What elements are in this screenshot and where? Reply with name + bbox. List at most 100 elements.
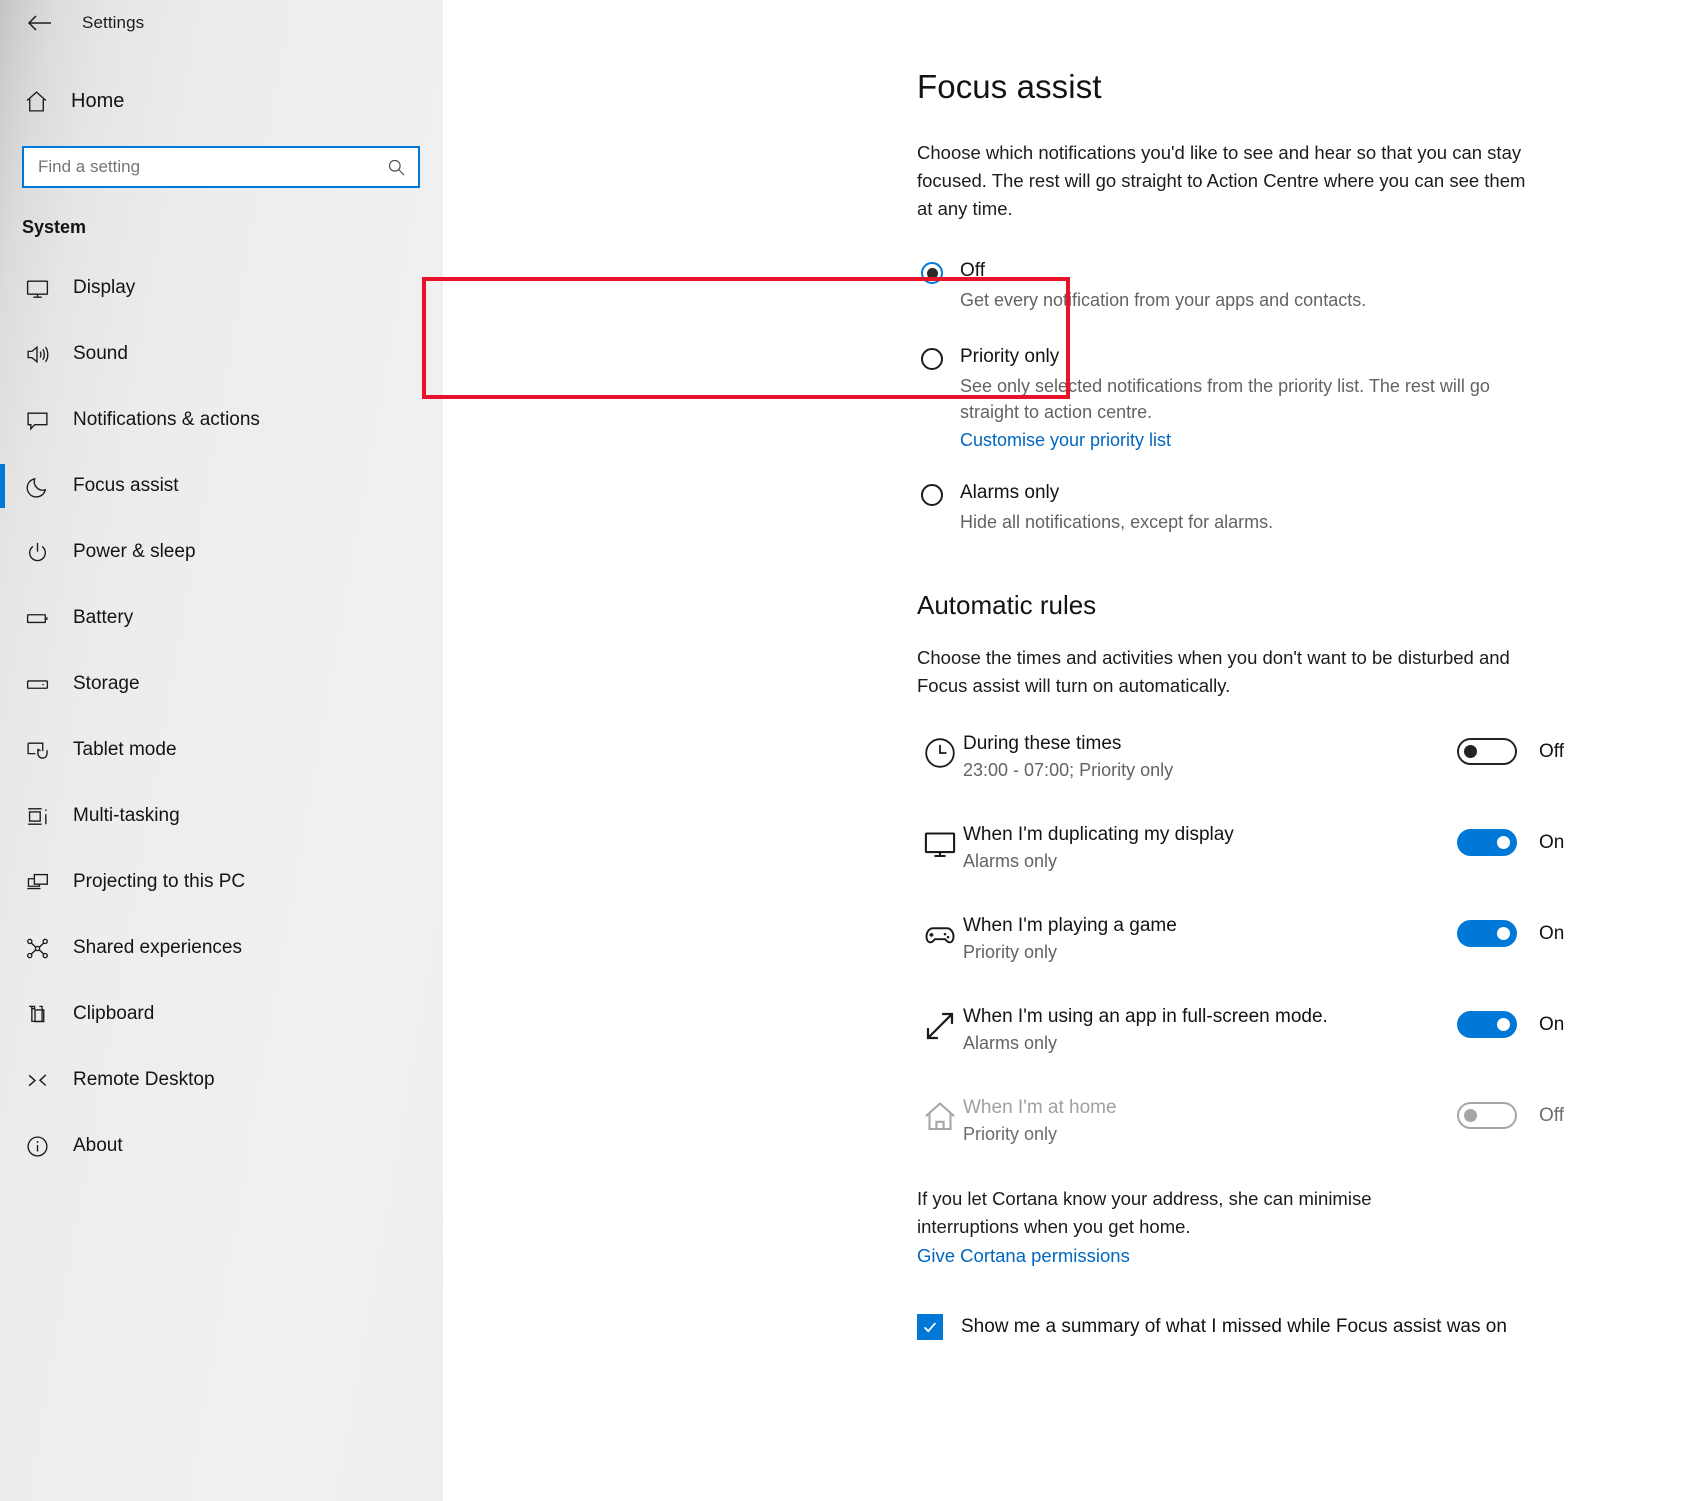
sidebar-item-about[interactable]: About (0, 1113, 443, 1179)
rule-title: When I'm using an app in full-screen mod… (963, 1006, 1328, 1027)
sidebar-item-power-sleep[interactable]: Power & sleep (0, 519, 443, 585)
sidebar-item-shared-experiences-label: Shared experiences (73, 937, 242, 958)
back-arrow-icon (27, 13, 53, 33)
rule-title: When I'm duplicating my display (963, 824, 1234, 845)
toggle-state-label: Off (1539, 1105, 1564, 1126)
toggle-full-screen-mode[interactable] (1457, 1011, 1517, 1038)
project-icon (22, 867, 52, 897)
rule-toggle-wrap: On (1457, 1002, 1657, 1038)
sidebar-item-multi-tasking[interactable]: Multi-tasking (0, 783, 443, 849)
search-icon[interactable] (387, 158, 406, 177)
sidebar-item-notifications-actions[interactable]: Notifications & actions (0, 387, 443, 453)
radio-indicator-priority-only[interactable] (921, 348, 943, 370)
sidebar-group-title: System (22, 217, 87, 237)
sidebar-item-clipboard-label: Clipboard (73, 1003, 155, 1024)
toggle-duplicating-display[interactable] (1457, 829, 1517, 856)
home-icon (22, 87, 50, 115)
rule-texts: When I'm at home Priority only (963, 1093, 1457, 1148)
sidebar-item-remote-desktop-label: Remote Desktop (73, 1069, 215, 1090)
page-intro-text: Choose which notifications you'd like to… (917, 142, 1526, 219)
radio-option-alarms-only[interactable]: Alarms only Hide all notifications, exce… (917, 471, 1657, 543)
automatic-rules-description: Choose the times and activities when you… (917, 647, 1510, 696)
rule-title: When I'm at home (963, 1097, 1117, 1118)
title-bar: Settings (0, 0, 443, 46)
sidebar-item-display[interactable]: Display (0, 255, 443, 321)
search-box[interactable] (22, 146, 420, 188)
rule-texts: During these times 23:00 - 07:00; Priori… (963, 729, 1457, 784)
rule-texts: When I'm playing a game Priority only (963, 911, 1457, 966)
customise-priority-list-link[interactable]: Customise your priority list (960, 427, 1171, 453)
toggle-during-these-times[interactable] (1457, 738, 1517, 765)
radio-option-off[interactable]: Off Get every notification from your app… (917, 256, 1657, 321)
radio-option-priority-only[interactable]: Priority only See only selected notifica… (917, 333, 1657, 471)
rule-toggle-wrap: Off (1457, 1093, 1657, 1129)
info-icon (22, 1131, 52, 1161)
sidebar: Settings Home System (0, 0, 443, 1501)
rule-texts: When I'm using an app in full-screen mod… (963, 1002, 1457, 1057)
sidebar-item-shared-experiences[interactable]: Shared experiences (0, 915, 443, 981)
summary-checkbox-label: Show me a summary of what I missed while… (961, 1316, 1507, 1337)
toggle-state-label: Off (1539, 741, 1564, 762)
speaker-icon (22, 339, 52, 369)
rule-title: When I'm playing a game (963, 915, 1177, 936)
sidebar-item-tablet-mode-label: Tablet mode (73, 739, 177, 760)
monitor-icon (917, 820, 963, 862)
rule-row-at-home: When I'm at home Priority only Off (917, 1093, 1657, 1175)
rule-title: During these times (963, 733, 1122, 754)
settings-window: Settings Home System (0, 0, 1701, 1501)
toggle-state-label: On (1539, 832, 1565, 853)
sidebar-item-clipboard[interactable]: Clipboard (0, 981, 443, 1047)
sidebar-item-storage[interactable]: Storage (0, 651, 443, 717)
rule-subtitle: Priority only (963, 942, 1058, 962)
sidebar-item-home-label: Home (71, 89, 125, 112)
sidebar-item-remote-desktop[interactable]: Remote Desktop (0, 1047, 443, 1113)
toggle-state-label: On (1539, 923, 1565, 944)
rule-row-full-screen-mode[interactable]: When I'm using an app in full-screen mod… (917, 1002, 1657, 1093)
sidebar-item-display-label: Display (73, 277, 136, 298)
radio-option-off-label: Off (960, 260, 985, 281)
sidebar-item-sound-label: Sound (73, 343, 128, 364)
rule-row-duplicating-display[interactable]: When I'm duplicating my display Alarms o… (917, 820, 1657, 911)
home-icon (917, 1093, 963, 1135)
rule-row-during-these-times[interactable]: During these times 23:00 - 07:00; Priori… (917, 729, 1657, 820)
sidebar-item-projecting-to-this-pc-label: Projecting to this PC (73, 871, 246, 892)
toggle-state-label: On (1539, 1014, 1565, 1035)
sidebar-nav: Display Sound Notifications & actions Fo… (0, 255, 443, 1179)
sidebar-item-sound[interactable]: Sound (0, 321, 443, 387)
monitor-icon (22, 273, 52, 303)
rule-toggle-wrap: Off (1457, 729, 1657, 765)
search-input[interactable] (38, 157, 387, 177)
rule-subtitle: Alarms only (963, 851, 1058, 871)
sidebar-item-home[interactable]: Home (0, 77, 443, 125)
give-cortana-permissions-link[interactable]: Give Cortana permissions (917, 1243, 1130, 1269)
radio-option-alarms-only-label: Alarms only (960, 482, 1060, 503)
radio-indicator-alarms-only[interactable] (921, 484, 943, 506)
speech-bubble-icon (22, 405, 52, 435)
sidebar-item-power-sleep-label: Power & sleep (73, 541, 196, 562)
rule-row-playing-a-game[interactable]: When I'm playing a game Priority only On (917, 911, 1657, 1002)
sidebar-item-battery-label: Battery (73, 607, 134, 628)
sidebar-item-projecting-to-this-pc[interactable]: Projecting to this PC (0, 849, 443, 915)
radio-indicator-off[interactable] (921, 262, 943, 284)
sidebar-item-focus-assist[interactable]: Focus assist (0, 453, 443, 519)
moon-icon (22, 471, 52, 501)
toggle-playing-a-game[interactable] (1457, 920, 1517, 947)
summary-checkbox[interactable] (917, 1314, 943, 1340)
summary-checkbox-row[interactable]: Show me a summary of what I missed while… (917, 1314, 1657, 1340)
clock-icon (917, 729, 963, 771)
sidebar-item-battery[interactable]: Battery (0, 585, 443, 651)
gamepad-icon (917, 911, 963, 953)
rule-toggle-wrap: On (1457, 820, 1657, 856)
automatic-rules-list: During these times 23:00 - 07:00; Priori… (917, 729, 1657, 1175)
sidebar-item-tablet-mode[interactable]: Tablet mode (0, 717, 443, 783)
content-column: Focus assist Choose which notifications … (917, 68, 1657, 1340)
focus-mode-radio-group: Off Get every notification from your app… (917, 256, 1657, 543)
clipboard-icon (22, 999, 52, 1029)
sidebar-item-focus-assist-label: Focus assist (73, 475, 179, 496)
sidebar-item-storage-label: Storage (73, 673, 140, 694)
automatic-rules-title: Automatic rules (917, 590, 1097, 620)
share-icon (22, 933, 52, 963)
rule-subtitle: Alarms only (963, 1033, 1058, 1053)
back-button[interactable] (18, 4, 62, 42)
fullscreen-arrows-icon (917, 1002, 963, 1044)
